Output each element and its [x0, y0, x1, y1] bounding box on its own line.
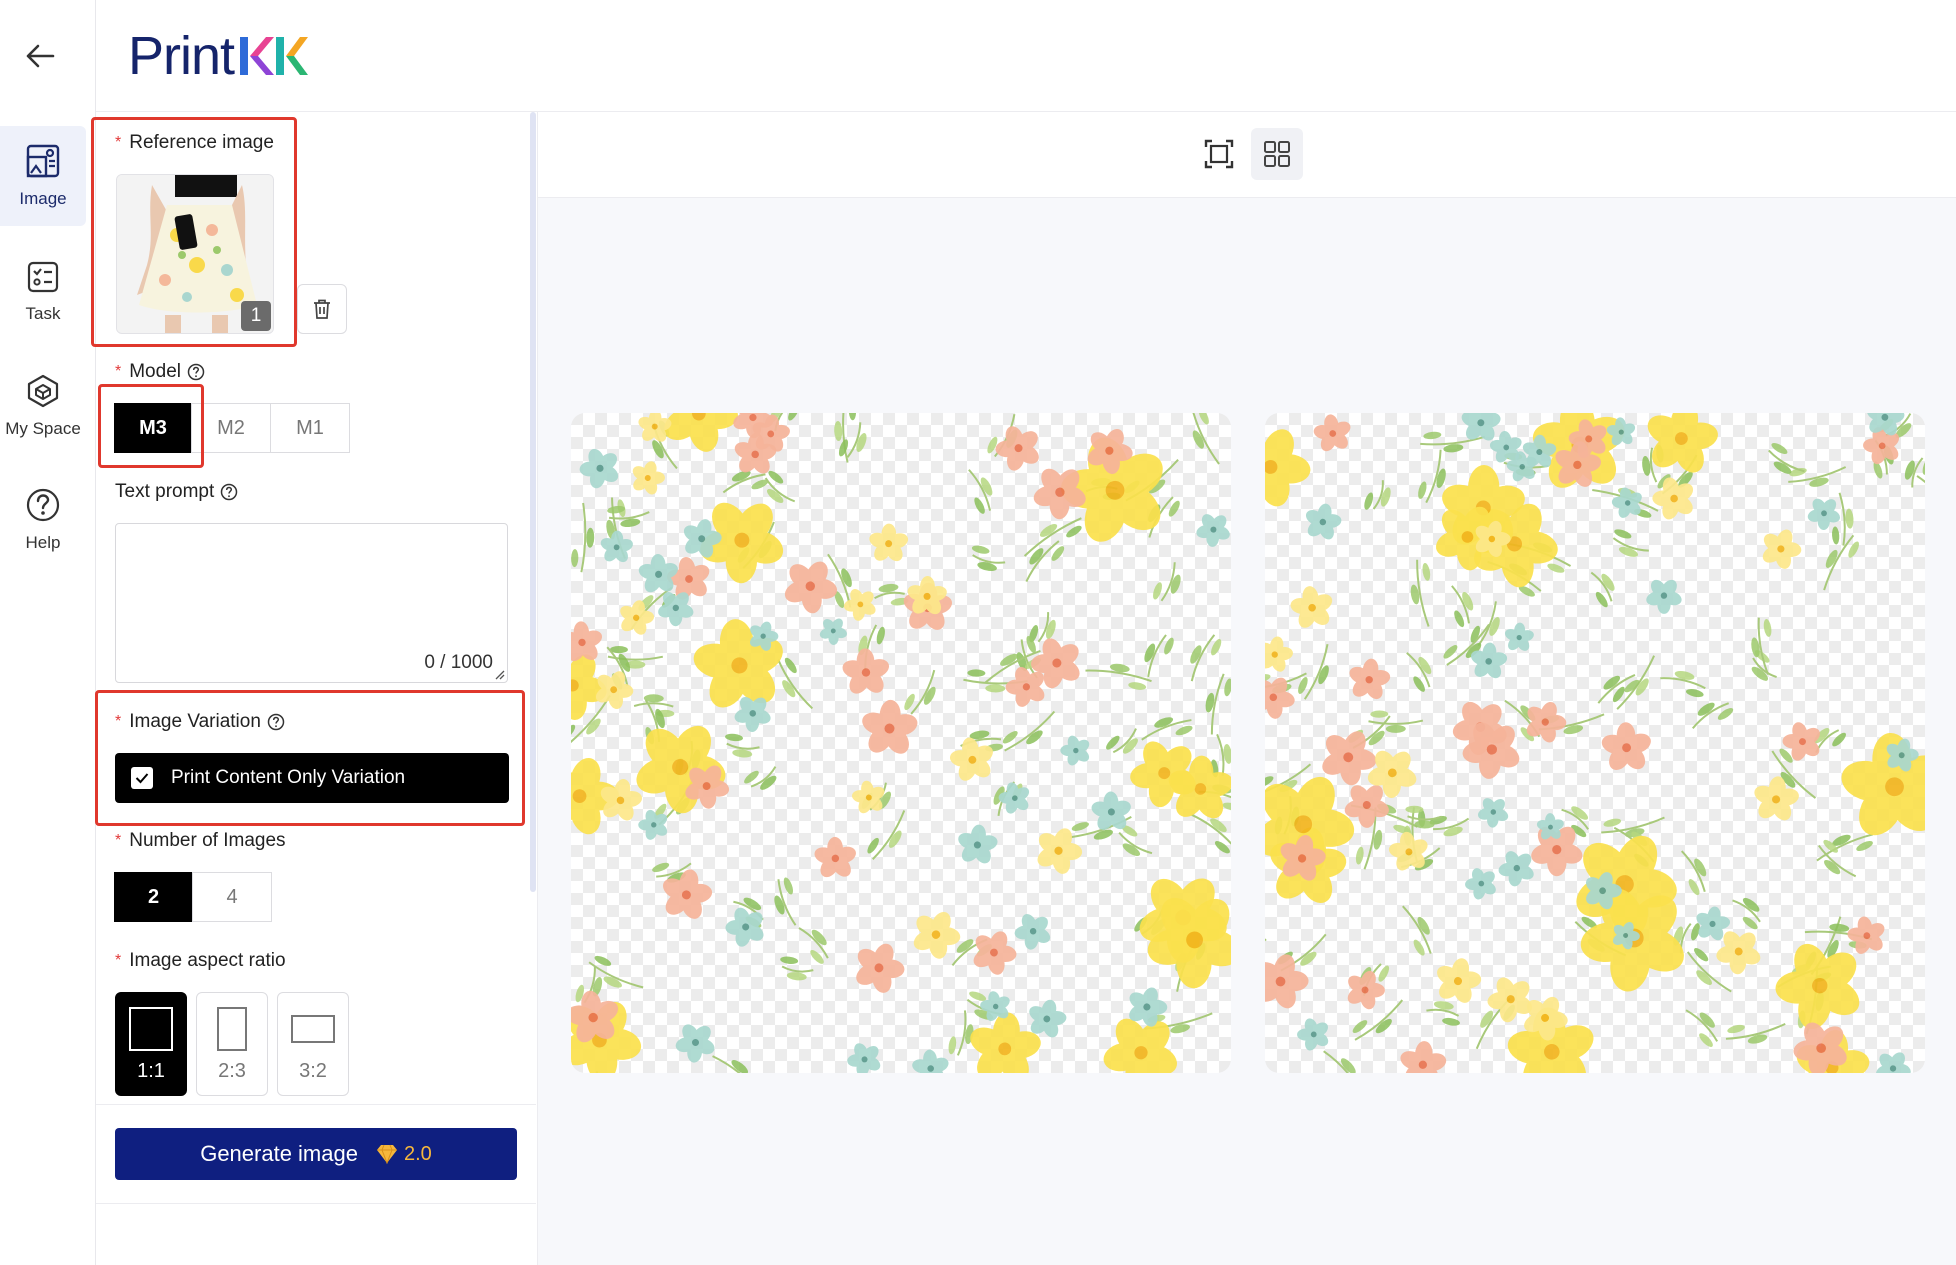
checkmark-icon — [135, 773, 149, 784]
ratio-label: 3:2 — [299, 1060, 327, 1082]
ratio-label: 2:3 — [218, 1060, 246, 1082]
result-image-1[interactable] — [571, 413, 1231, 1073]
trash-icon — [314, 299, 330, 319]
rail-item-label: Image — [19, 189, 67, 208]
rail-item-label: My Space — [5, 419, 81, 438]
result-image-2[interactable] — [1265, 413, 1925, 1073]
ratio-option-1-1[interactable]: 1:1 — [115, 992, 187, 1096]
top-header: Print — [96, 0, 1956, 112]
view-toolbar — [538, 112, 1956, 198]
rail-item-help[interactable]: Help — [0, 470, 86, 570]
grid-view-icon — [1264, 141, 1290, 167]
credit-cost: 2.0 — [376, 1143, 432, 1166]
variation-checkbox[interactable] — [131, 767, 153, 789]
rail-item-my-space[interactable]: My Space — [0, 356, 86, 456]
model-option-m2[interactable]: M2 — [191, 403, 271, 453]
model-label: * Model — [115, 361, 205, 383]
model-option-m1[interactable]: M1 — [270, 403, 350, 453]
question-icon[interactable] — [220, 483, 238, 501]
grid-view-button[interactable] — [1251, 128, 1303, 180]
resize-grip-icon[interactable] — [493, 668, 505, 680]
brand-kk-mark — [240, 37, 309, 75]
question-icon[interactable] — [267, 713, 285, 731]
floral-pattern-1 — [571, 413, 1231, 1073]
arrow-left-icon — [26, 44, 55, 68]
image-count-selector: 2 4 — [114, 872, 272, 922]
model-option-m3[interactable]: M3 — [114, 403, 192, 453]
image-gallery-icon — [26, 144, 60, 178]
rail-item-label: Help — [25, 533, 61, 552]
help-circle-icon — [26, 488, 60, 522]
image-count-badge: 1 — [241, 301, 271, 331]
variation-option-label: Print Content Only Variation — [171, 767, 406, 788]
panel-scrollbar[interactable] — [530, 112, 536, 892]
rail-item-task[interactable]: Task — [0, 242, 86, 342]
brand-name: Print — [128, 26, 235, 86]
print-content-only-variation-option[interactable]: Print Content Only Variation — [115, 753, 509, 803]
left-rail: Image Task My Space Help — [0, 0, 96, 1265]
count-option-4[interactable]: 4 — [192, 872, 272, 922]
task-list-icon — [27, 261, 59, 293]
generate-label: Generate image — [200, 1141, 358, 1166]
ratio-label: 1:1 — [137, 1060, 165, 1082]
single-view-button[interactable] — [1193, 128, 1245, 180]
square-shape-icon — [129, 1007, 173, 1051]
brand-logo[interactable]: Print — [128, 26, 310, 86]
rail-item-label: Task — [25, 304, 61, 323]
model-selector: M3 M2 M1 — [114, 403, 350, 453]
back-button[interactable] — [18, 36, 62, 76]
reference-image-label: * Reference image — [115, 132, 274, 153]
generate-image-button[interactable]: Generate image 2.0 — [115, 1128, 517, 1180]
frame-expand-icon — [1204, 139, 1234, 169]
portrait-shape-icon — [217, 1007, 247, 1051]
aspect-ratio-label: * Image aspect ratio — [115, 950, 286, 971]
prompt-char-counter: 0 / 1000 — [424, 652, 493, 673]
floral-pattern-2 — [1265, 413, 1925, 1073]
image-variation-label: * Image Variation — [115, 711, 285, 733]
text-prompt-input[interactable]: 0 / 1000 — [115, 523, 508, 683]
ratio-option-2-3[interactable]: 2:3 — [196, 992, 268, 1096]
delete-reference-button[interactable] — [297, 284, 347, 334]
question-icon[interactable] — [187, 363, 205, 381]
landscape-shape-icon — [291, 1015, 335, 1043]
text-prompt-label: Text prompt — [115, 481, 238, 503]
count-option-2[interactable]: 2 — [114, 872, 193, 922]
number-of-images-label: * Number of Images — [115, 830, 286, 851]
rail-item-image[interactable]: Image — [0, 126, 86, 226]
diamond-icon — [376, 1144, 397, 1164]
ratio-option-3-2[interactable]: 3:2 — [277, 992, 349, 1096]
reference-image-thumbnail[interactable]: 1 — [116, 174, 274, 334]
cube-icon — [27, 374, 59, 408]
